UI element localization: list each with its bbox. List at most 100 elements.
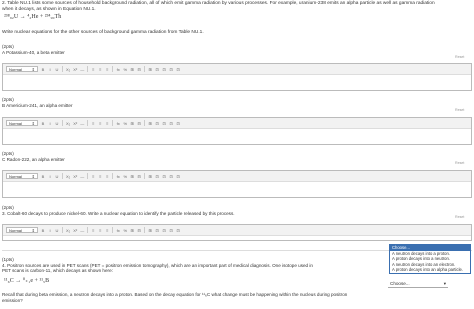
answer-editor-3[interactable]: Normal ⇕ B I U X₂ X² — ≡ ≡ ≡ fx % ⊞ ⊟ ⊞ ⊡…: [2, 224, 472, 241]
superscript-button[interactable]: X²: [73, 67, 77, 72]
italic-button[interactable]: I: [48, 228, 52, 233]
table-button[interactable]: ⊟: [137, 174, 141, 179]
delete-row-button[interactable]: ⊡: [162, 228, 166, 233]
insert-row-button[interactable]: ⊞: [148, 121, 152, 126]
link-button[interactable]: %: [123, 174, 127, 179]
delete-col-button[interactable]: ⊡: [169, 67, 173, 72]
question-2-intro-line2: when it decays, as shown in Equation NU.…: [2, 7, 96, 12]
dropdown-option[interactable]: A proton decays into an alpha particle.: [390, 267, 470, 273]
reset-link[interactable]: Reset: [455, 55, 464, 59]
link-button[interactable]: %: [123, 67, 127, 72]
format-select[interactable]: Normal ⇕: [6, 173, 38, 179]
underline-button[interactable]: U: [55, 121, 59, 126]
align-right-button[interactable]: ≡: [105, 121, 109, 126]
toolbar-divider: [62, 227, 63, 233]
insert-col-button[interactable]: ⊡: [155, 174, 159, 179]
italic-button[interactable]: I: [48, 67, 52, 72]
formula-button[interactable]: fx: [116, 67, 120, 72]
line-button[interactable]: —: [80, 228, 84, 233]
align-center-button[interactable]: ≡: [98, 121, 102, 126]
question-4-intro-line2: PET scans is carbon-11, which decays as …: [2, 268, 113, 273]
align-center-button[interactable]: ≡: [98, 174, 102, 179]
question-4-text-line2: emission?: [2, 298, 23, 303]
superscript-button[interactable]: X²: [73, 121, 77, 126]
align-center-button[interactable]: ≡: [98, 67, 102, 72]
toolbar-divider: [112, 227, 114, 233]
image-button[interactable]: ⊞: [130, 121, 134, 126]
table-button[interactable]: ⊟: [137, 121, 141, 126]
editor-toolbar: Normal ⇕ B I U X₂ X² — ≡ ≡ ≡ fx % ⊞ ⊟ ⊞ ⊡…: [3, 118, 471, 129]
align-left-button[interactable]: ≡: [91, 121, 95, 126]
align-left-button[interactable]: ≡: [91, 174, 95, 179]
merge-cells-button[interactable]: ⊡: [176, 121, 180, 126]
superscript-button[interactable]: X²: [73, 174, 77, 179]
bold-button[interactable]: B: [41, 174, 45, 179]
formula-button[interactable]: fx: [116, 174, 120, 179]
image-button[interactable]: ⊞: [130, 174, 134, 179]
align-left-button[interactable]: ≡: [91, 67, 95, 72]
toolbar-divider: [112, 173, 114, 179]
image-button[interactable]: ⊞: [130, 228, 134, 233]
align-left-button[interactable]: ≡: [91, 228, 95, 233]
delete-row-button[interactable]: ⊡: [162, 67, 166, 72]
insert-col-button[interactable]: ⊡: [155, 121, 159, 126]
merge-cells-button[interactable]: ⊡: [176, 174, 180, 179]
part-c-label: C Radon-222, an alpha emitter: [2, 157, 65, 162]
answer-editor-a[interactable]: Normal ⇕ B I U X₂ X² — ≡ ≡ ≡ fx % ⊞ ⊟ ⊞ ⊡…: [2, 63, 472, 91]
align-right-button[interactable]: ≡: [105, 67, 109, 72]
link-button[interactable]: %: [123, 121, 127, 126]
formula-button[interactable]: fx: [116, 228, 120, 233]
reset-link[interactable]: Reset: [455, 215, 464, 219]
format-select[interactable]: Normal ⇕: [6, 227, 38, 233]
line-button[interactable]: —: [80, 121, 84, 126]
subscript-button[interactable]: X₂: [66, 228, 70, 233]
question-3-label: 3. Cobalt-60 decays to produce nickel-60…: [2, 211, 235, 216]
format-select[interactable]: Normal ⇕: [6, 66, 38, 72]
underline-button[interactable]: U: [55, 67, 59, 72]
link-button[interactable]: %: [123, 228, 127, 233]
underline-button[interactable]: U: [55, 228, 59, 233]
delete-row-button[interactable]: ⊡: [162, 121, 166, 126]
insert-row-button[interactable]: ⊞: [148, 174, 152, 179]
italic-button[interactable]: I: [48, 174, 52, 179]
superscript-button[interactable]: X²: [73, 228, 77, 233]
delete-col-button[interactable]: ⊡: [169, 121, 173, 126]
answer-editor-b[interactable]: Normal ⇕ B I U X₂ X² — ≡ ≡ ≡ fx % ⊞ ⊟ ⊞ ⊡…: [2, 117, 472, 145]
part-b-points: (2pts): [2, 97, 14, 102]
bold-button[interactable]: B: [41, 228, 45, 233]
bold-button[interactable]: B: [41, 67, 45, 72]
table-button[interactable]: ⊟: [137, 228, 141, 233]
image-button[interactable]: ⊞: [130, 67, 134, 72]
answer-select[interactable]: Choose... ▾: [388, 280, 448, 288]
subscript-button[interactable]: X₂: [66, 174, 70, 179]
merge-cells-button[interactable]: ⊡: [176, 67, 180, 72]
format-select[interactable]: Normal ⇕: [6, 120, 38, 126]
underline-button[interactable]: U: [55, 174, 59, 179]
part-c-points: (2pts): [2, 151, 14, 156]
answer-editor-c[interactable]: Normal ⇕ B I U X₂ X² — ≡ ≡ ≡ fx % ⊞ ⊟ ⊞ ⊡…: [2, 170, 472, 198]
answer-dropdown-list[interactable]: Choose... A neutron decays into a proton…: [389, 244, 471, 274]
table-button[interactable]: ⊟: [137, 67, 141, 72]
align-right-button[interactable]: ≡: [105, 174, 109, 179]
align-center-button[interactable]: ≡: [98, 228, 102, 233]
merge-cells-button[interactable]: ⊡: [176, 228, 180, 233]
italic-button[interactable]: I: [48, 121, 52, 126]
bold-button[interactable]: B: [41, 121, 45, 126]
insert-row-button[interactable]: ⊞: [148, 67, 152, 72]
insert-col-button[interactable]: ⊡: [155, 67, 159, 72]
subscript-button[interactable]: X₂: [66, 67, 70, 72]
formula-button[interactable]: fx: [116, 121, 120, 126]
delete-row-button[interactable]: ⊡: [162, 174, 166, 179]
insert-row-button[interactable]: ⊞: [148, 228, 152, 233]
subscript-button[interactable]: X₂: [66, 121, 70, 126]
insert-col-button[interactable]: ⊡: [155, 228, 159, 233]
align-right-button[interactable]: ≡: [105, 228, 109, 233]
line-button[interactable]: —: [80, 174, 84, 179]
delete-col-button[interactable]: ⊡: [169, 228, 173, 233]
line-button[interactable]: —: [80, 67, 84, 72]
toolbar-divider: [87, 66, 89, 72]
delete-col-button[interactable]: ⊡: [169, 174, 173, 179]
reset-link[interactable]: Reset: [455, 108, 464, 112]
toolbar-divider: [112, 66, 114, 72]
reset-link[interactable]: Reset: [455, 161, 464, 165]
